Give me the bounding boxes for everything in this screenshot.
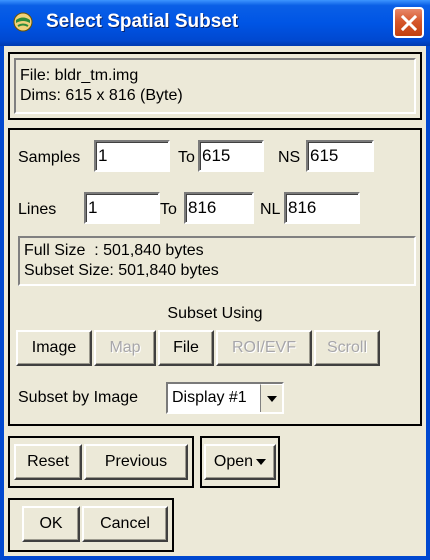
map-button[interactable]: Map [94, 330, 156, 366]
lines-label: Lines [18, 201, 57, 218]
ns-input[interactable] [306, 140, 374, 172]
globe-icon [12, 11, 34, 33]
ok-button[interactable]: OK [22, 506, 80, 542]
subset-panel: Samples To NS Lines To NL Full Size : 50… [8, 128, 422, 426]
cancel-button[interactable]: Cancel [82, 506, 168, 542]
title-bar[interactable]: Select Spatial Subset [0, 0, 430, 46]
samples-start-input[interactable] [94, 140, 170, 172]
full-size-text: Full Size : 501,840 bytes [24, 242, 204, 259]
reset-button[interactable]: Reset [14, 444, 82, 480]
file-button[interactable]: File [158, 330, 214, 366]
previous-button[interactable]: Previous [84, 444, 188, 480]
subset-using-label: Subset Using [167, 305, 263, 322]
window-title: Select Spatial Subset [46, 11, 239, 32]
samples-to-label: To [178, 149, 195, 166]
close-icon [400, 14, 417, 31]
image-button[interactable]: Image [16, 330, 92, 366]
lines-to-label: To [160, 201, 177, 218]
dialog-buttons-panel: OK Cancel [8, 498, 174, 552]
open-button[interactable]: Open [204, 444, 276, 480]
window-border-right [426, 46, 430, 560]
nl-input[interactable] [284, 192, 360, 224]
open-button-label: Open [213, 453, 254, 470]
file-info-box: File: bldr_tm.img Dims: 615 x 816 (Byte) [14, 58, 416, 114]
display-select[interactable]: Display #1 [166, 382, 284, 414]
size-info-box: Full Size : 501,840 bytes Subset Size: 5… [18, 236, 416, 286]
lines-end-input[interactable] [184, 192, 254, 224]
window-border-left [0, 46, 4, 560]
history-buttons-panel: Reset Previous [8, 436, 194, 488]
scroll-button[interactable]: Scroll [314, 330, 380, 366]
open-panel: Open [200, 436, 280, 488]
nl-label: NL [260, 201, 281, 218]
subset-by-image-label: Subset by Image [18, 389, 139, 406]
close-button[interactable] [393, 7, 424, 38]
samples-label: Samples [18, 149, 81, 166]
samples-end-input[interactable] [198, 140, 264, 172]
dims-text: Dims: 615 x 816 (Byte) [20, 87, 183, 104]
chevron-down-icon [256, 459, 267, 465]
roi-evf-button[interactable]: ROI/EVF [216, 330, 312, 366]
subset-size-text: Subset Size: 501,840 bytes [24, 262, 219, 279]
window-border-bottom [0, 556, 430, 560]
file-info-panel: File: bldr_tm.img Dims: 615 x 816 (Byte) [8, 52, 422, 120]
file-name-text: File: bldr_tm.img [20, 67, 139, 84]
ns-label: NS [278, 149, 301, 166]
chevron-down-icon[interactable] [260, 384, 282, 412]
display-select-value: Display #1 [172, 389, 247, 406]
lines-start-input[interactable] [84, 192, 160, 224]
